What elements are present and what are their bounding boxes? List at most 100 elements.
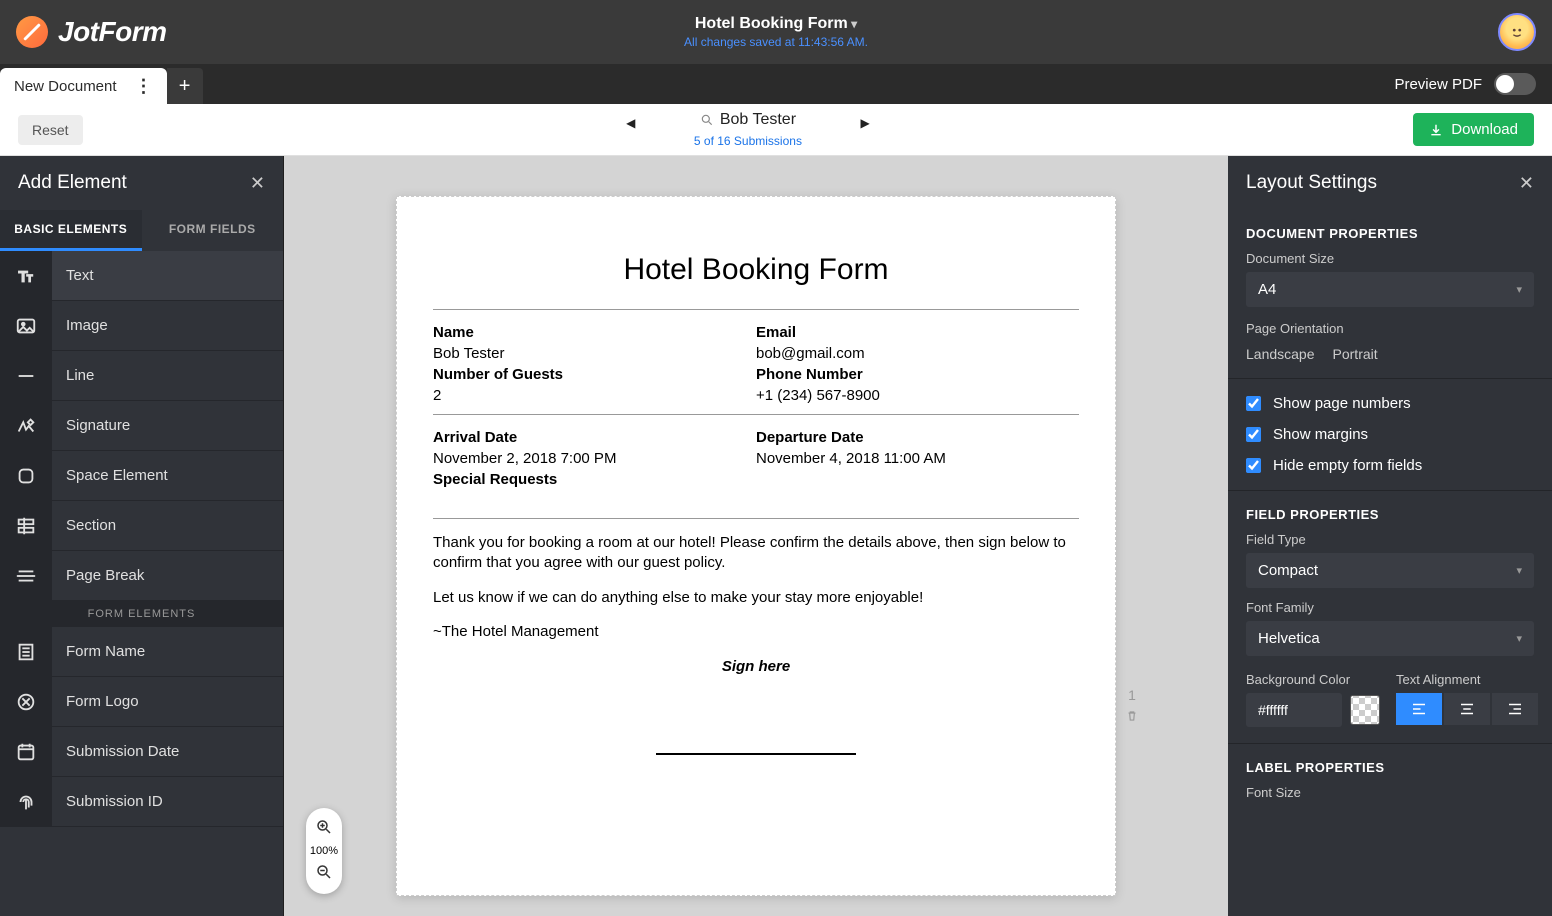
download-label: Download	[1451, 121, 1518, 138]
body-text-3: ~The Hotel Management	[433, 622, 1079, 642]
label-props-title: LABEL PROPERTIES	[1246, 760, 1534, 775]
field-type-label: Field Type	[1246, 532, 1534, 547]
element-label: Text	[52, 267, 94, 284]
doc-size-label: Document Size	[1246, 251, 1534, 266]
element-pagebreak[interactable]: Page Break	[0, 551, 283, 601]
field-type-select[interactable]: Compact	[1246, 553, 1534, 588]
align-center[interactable]	[1444, 693, 1490, 725]
document-tab-label: New Document	[14, 78, 117, 95]
form-logo-icon	[0, 677, 52, 726]
body-text-1: Thank you for booking a room at our hote…	[433, 533, 1079, 574]
arrival-label: Arrival Date	[433, 429, 756, 446]
hide-empty-fields[interactable]: Hide empty form fields	[1246, 457, 1534, 474]
download-button[interactable]: Download	[1413, 113, 1534, 146]
show-margins-checkbox[interactable]	[1246, 427, 1261, 442]
font-family-select[interactable]: Helvetica	[1246, 621, 1534, 656]
element-label: Space Element	[52, 467, 168, 484]
name-label: Name	[433, 324, 756, 341]
show-margins[interactable]: Show margins	[1246, 426, 1534, 443]
zoom-controls: 100%	[306, 808, 342, 894]
pdf-page[interactable]: Hotel Booking Form Name Bob Tester Numbe…	[396, 196, 1116, 896]
trash-icon[interactable]	[1125, 709, 1139, 723]
element-form-name[interactable]: Form Name	[0, 627, 283, 677]
element-label: Page Break	[52, 567, 144, 584]
next-submission[interactable]: ▶	[800, 116, 929, 130]
bg-color-input[interactable]	[1246, 693, 1342, 727]
zoom-in[interactable]	[311, 814, 337, 843]
element-submission-id[interactable]: Submission ID	[0, 777, 283, 827]
element-label: Form Name	[52, 643, 145, 660]
canvas[interactable]: Hotel Booking Form Name Bob Tester Numbe…	[284, 156, 1228, 916]
guests-label: Number of Guests	[433, 366, 756, 383]
show-page-numbers[interactable]: Show page numbers	[1246, 395, 1534, 412]
element-label: Signature	[52, 417, 130, 434]
close-left-panel[interactable]: ✕	[250, 173, 265, 194]
text-align-label: Text Alignment	[1396, 672, 1538, 687]
phone-value: +1 (234) 567-8900	[756, 387, 1079, 404]
image-icon	[0, 301, 52, 350]
tab-form-fields[interactable]: FORM FIELDS	[142, 210, 284, 251]
email-value: bob@gmail.com	[756, 345, 1079, 362]
element-form-logo[interactable]: Form Logo	[0, 677, 283, 727]
email-label: Email	[756, 324, 1079, 341]
signature-icon	[0, 401, 52, 450]
close-right-panel[interactable]: ✕	[1519, 173, 1534, 194]
reset-button[interactable]: Reset	[18, 115, 83, 145]
sign-here-label: Sign here	[433, 658, 1079, 675]
arrival-value: November 2, 2018 7:00 PM	[433, 450, 756, 467]
tab-basic-elements[interactable]: BASIC ELEMENTS	[0, 210, 142, 251]
element-label: Image	[52, 317, 108, 334]
doc-size-select[interactable]: A4	[1246, 272, 1534, 307]
orientation-label: Page Orientation	[1246, 321, 1534, 336]
align-right[interactable]	[1492, 693, 1538, 725]
tab-menu-icon[interactable]: ⋮	[135, 77, 153, 95]
logo[interactable]: JotForm	[16, 16, 167, 48]
guests-value: 2	[433, 387, 756, 404]
brand-text: JotForm	[58, 16, 167, 48]
zoom-out[interactable]	[311, 859, 337, 888]
document-tab[interactable]: New Document ⋮	[0, 68, 167, 104]
form-name-icon	[0, 627, 52, 676]
font-size-label: Font Size	[1246, 785, 1534, 800]
element-label: Submission ID	[52, 793, 163, 810]
form-title[interactable]: Hotel Booking Form	[684, 15, 868, 33]
zoom-percentage: 100%	[310, 845, 338, 857]
element-label: Form Logo	[52, 693, 139, 710]
element-line[interactable]: Line	[0, 351, 283, 401]
prev-submission[interactable]: ◀	[566, 116, 695, 130]
page-number: 1	[1125, 687, 1139, 703]
element-submission-date[interactable]: Submission Date	[0, 727, 283, 777]
orientation-landscape[interactable]: Landscape	[1246, 346, 1315, 362]
left-panel: Add Element ✕ BASIC ELEMENTS FORM FIELDS…	[0, 156, 284, 916]
orientation-portrait[interactable]: Portrait	[1333, 346, 1378, 362]
bg-color-swatch[interactable]	[1350, 695, 1380, 725]
save-status: All changes saved at 11:43:56 AM.	[684, 35, 868, 49]
right-panel-title: Layout Settings	[1246, 172, 1377, 194]
element-label: Section	[52, 517, 116, 534]
element-space[interactable]: Space Element	[0, 451, 283, 501]
element-label: Submission Date	[52, 743, 179, 760]
top-header: JotForm Hotel Booking Form All changes s…	[0, 0, 1552, 64]
element-section[interactable]: Section	[0, 501, 283, 551]
departure-label: Departure Date	[756, 429, 1079, 446]
add-tab-button[interactable]: +	[167, 68, 203, 104]
left-panel-title: Add Element	[18, 172, 127, 194]
doc-title: Hotel Booking Form	[433, 253, 1079, 287]
submission-search[interactable]: Bob Tester	[700, 111, 796, 129]
align-left[interactable]	[1396, 693, 1442, 725]
form-elements-divider: FORM ELEMENTS	[0, 601, 283, 627]
hide-empty-checkbox[interactable]	[1246, 458, 1261, 473]
element-text[interactable]: TT Text	[0, 251, 283, 301]
field-props-title: FIELD PROPERTIES	[1246, 507, 1534, 522]
submission-counter: 5 of 16 Submissions	[566, 134, 930, 148]
name-value: Bob Tester	[433, 345, 756, 362]
section-icon	[0, 501, 52, 550]
preview-pdf-toggle[interactable]	[1494, 73, 1536, 95]
tab-strip: New Document ⋮ + Preview PDF	[0, 64, 1552, 104]
bg-color-label: Background Color	[1246, 672, 1380, 687]
header-center: Hotel Booking Form All changes saved at …	[684, 15, 868, 49]
show-page-numbers-checkbox[interactable]	[1246, 396, 1261, 411]
avatar[interactable]	[1498, 13, 1536, 51]
element-signature[interactable]: Signature	[0, 401, 283, 451]
element-image[interactable]: Image	[0, 301, 283, 351]
